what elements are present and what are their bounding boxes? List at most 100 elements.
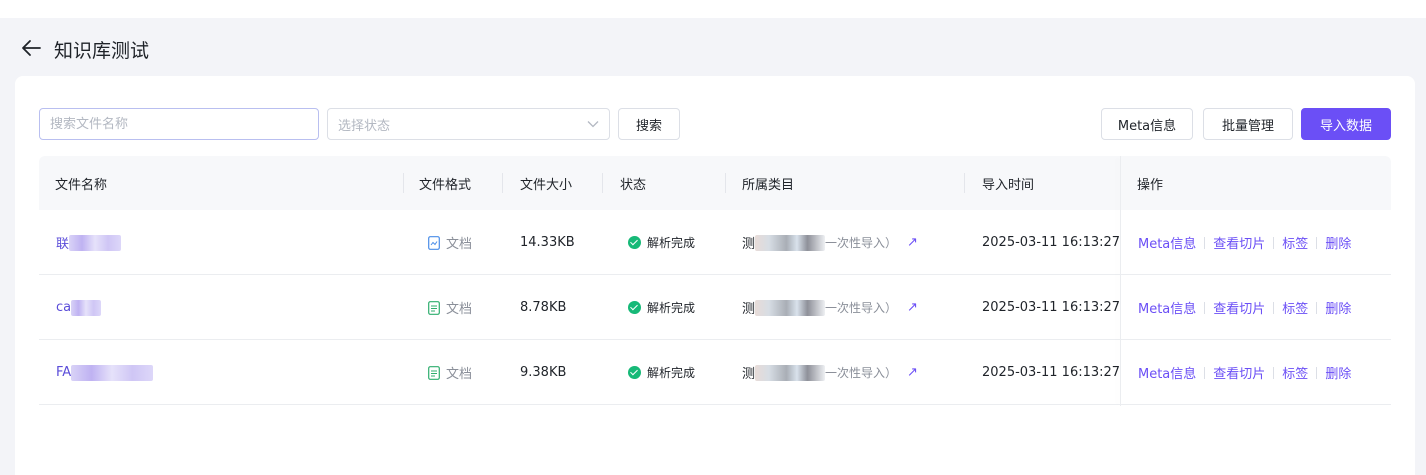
file-name-link[interactable]: ca	[56, 275, 102, 340]
view-chunks-link[interactable]: 查看切片	[1213, 233, 1265, 252]
table-row: ca 文档 8.78KB 解析完成 测 一次性导入） ↗ 2025-03-11 …	[39, 275, 1391, 340]
meta-info-link[interactable]: Meta信息	[1138, 363, 1196, 382]
column-divider	[725, 173, 726, 193]
import-time: 2025-03-11 16:13:27	[982, 235, 1121, 250]
status-badge: 解析完成	[628, 210, 695, 275]
search-button[interactable]: 搜索	[618, 108, 680, 140]
file-name-link[interactable]: FA	[56, 340, 154, 405]
doc-text-icon	[428, 365, 440, 380]
divider	[1273, 301, 1275, 314]
file-name-text: ca	[56, 300, 72, 315]
file-format-label: 文档	[446, 237, 473, 252]
redacted-text	[71, 364, 154, 381]
row-actions: Meta信息 查看切片 标签 删除	[1138, 275, 1351, 340]
column-header-actions: 操作	[1137, 177, 1164, 193]
divider	[1273, 236, 1275, 249]
import-time: 2025-03-11 16:13:27	[982, 300, 1121, 315]
file-size: 9.38KB	[520, 365, 567, 380]
column-header-category: 所属类目	[742, 177, 795, 193]
meta-info-link[interactable]: Meta信息	[1138, 233, 1196, 252]
column-divider	[602, 173, 603, 193]
file-format-label: 文档	[446, 367, 473, 382]
column-header-import-time: 导入时间	[982, 177, 1035, 193]
status-badge: 解析完成	[628, 340, 695, 405]
batch-manage-button[interactable]: 批量管理	[1203, 108, 1293, 140]
file-format-label: 文档	[446, 302, 473, 317]
column-header-name: 文件名称	[55, 177, 108, 193]
category-suffix: 一次性导入）	[825, 366, 898, 380]
file-size: 8.78KB	[520, 300, 567, 315]
main-card: 选择状态 搜索 Meta信息 批量管理 导入数据 文件名称 文件格式 文件大小 …	[15, 76, 1415, 475]
file-name-text: 联	[56, 237, 70, 252]
meta-info-link[interactable]: Meta信息	[1138, 298, 1196, 317]
chevron-down-icon	[587, 121, 599, 128]
category: 测 一次性导入） ↗	[742, 210, 918, 275]
status-text: 解析完成	[647, 236, 696, 250]
column-divider	[964, 173, 965, 193]
redacted-text	[71, 299, 102, 316]
category: 测 一次性导入） ↗	[742, 275, 918, 340]
divider	[1204, 366, 1206, 379]
delete-link[interactable]: 删除	[1325, 233, 1351, 252]
search-input[interactable]	[39, 108, 319, 140]
redacted-text	[755, 299, 826, 316]
column-header-format: 文件格式	[419, 177, 472, 193]
redacted-text	[69, 234, 122, 251]
divider	[1316, 366, 1318, 379]
column-header-size: 文件大小	[520, 177, 573, 193]
delete-link[interactable]: 删除	[1325, 298, 1351, 317]
external-link-icon[interactable]: ↗	[907, 300, 918, 315]
check-circle-icon	[628, 236, 641, 249]
file-format: 文档	[428, 275, 472, 340]
view-chunks-link[interactable]: 查看切片	[1213, 298, 1265, 317]
file-format: 文档	[428, 210, 472, 275]
divider	[1204, 236, 1206, 249]
file-name-link[interactable]: 联	[56, 210, 122, 275]
top-bar	[0, 0, 1426, 18]
tags-link[interactable]: 标签	[1282, 363, 1308, 382]
column-divider	[502, 173, 503, 193]
status-select[interactable]: 选择状态	[327, 108, 610, 140]
column-divider	[403, 173, 404, 193]
redacted-text	[755, 364, 826, 381]
meta-info-button[interactable]: Meta信息	[1101, 108, 1193, 140]
category-text: 测	[742, 237, 756, 252]
tags-link[interactable]: 标签	[1282, 233, 1308, 252]
view-chunks-link[interactable]: 查看切片	[1213, 363, 1265, 382]
delete-link[interactable]: 删除	[1325, 363, 1351, 382]
divider	[1316, 301, 1318, 314]
status-text: 解析完成	[647, 301, 696, 315]
row-actions: Meta信息 查看切片 标签 删除	[1138, 340, 1351, 405]
import-time: 2025-03-11 16:13:27	[982, 365, 1121, 380]
file-name-text: FA	[56, 365, 72, 380]
table-row: FA 文档 9.38KB 解析完成 测 一次性导入） ↗ 2025-03-11 …	[39, 340, 1391, 405]
tags-link[interactable]: 标签	[1282, 298, 1308, 317]
category-suffix: 一次性导入）	[825, 236, 898, 250]
back-arrow-icon[interactable]	[20, 38, 42, 58]
column-header-status: 状态	[620, 177, 647, 193]
category-text: 测	[742, 302, 756, 317]
redacted-text	[755, 234, 826, 251]
file-format: 文档	[428, 340, 472, 405]
external-link-icon[interactable]: ↗	[907, 365, 918, 380]
file-table: 文件名称 文件格式 文件大小 状态 所属类目 导入时间 操作 联 文档 14.3…	[39, 156, 1391, 406]
table-row: 联 文档 14.33KB 解析完成 测 一次性导入） ↗ 2025-03-11 …	[39, 210, 1391, 275]
divider	[1204, 301, 1206, 314]
category: 测 一次性导入） ↗	[742, 340, 918, 405]
category-suffix: 一次性导入）	[825, 301, 898, 315]
status-badge: 解析完成	[628, 275, 695, 340]
check-circle-icon	[628, 366, 641, 379]
page-title: 知识库测试	[54, 40, 150, 62]
doc-image-icon	[428, 235, 440, 250]
divider	[1273, 366, 1275, 379]
external-link-icon[interactable]: ↗	[907, 235, 918, 250]
import-data-button[interactable]: 导入数据	[1301, 108, 1391, 140]
table-header: 文件名称 文件格式 文件大小 状态 所属类目 导入时间 操作	[39, 156, 1391, 210]
row-actions: Meta信息 查看切片 标签 删除	[1138, 210, 1351, 275]
status-select-placeholder: 选择状态	[338, 118, 391, 134]
check-circle-icon	[628, 301, 641, 314]
file-size: 14.33KB	[520, 235, 575, 250]
divider	[1316, 236, 1318, 249]
status-text: 解析完成	[647, 366, 696, 380]
category-text: 测	[742, 367, 756, 382]
